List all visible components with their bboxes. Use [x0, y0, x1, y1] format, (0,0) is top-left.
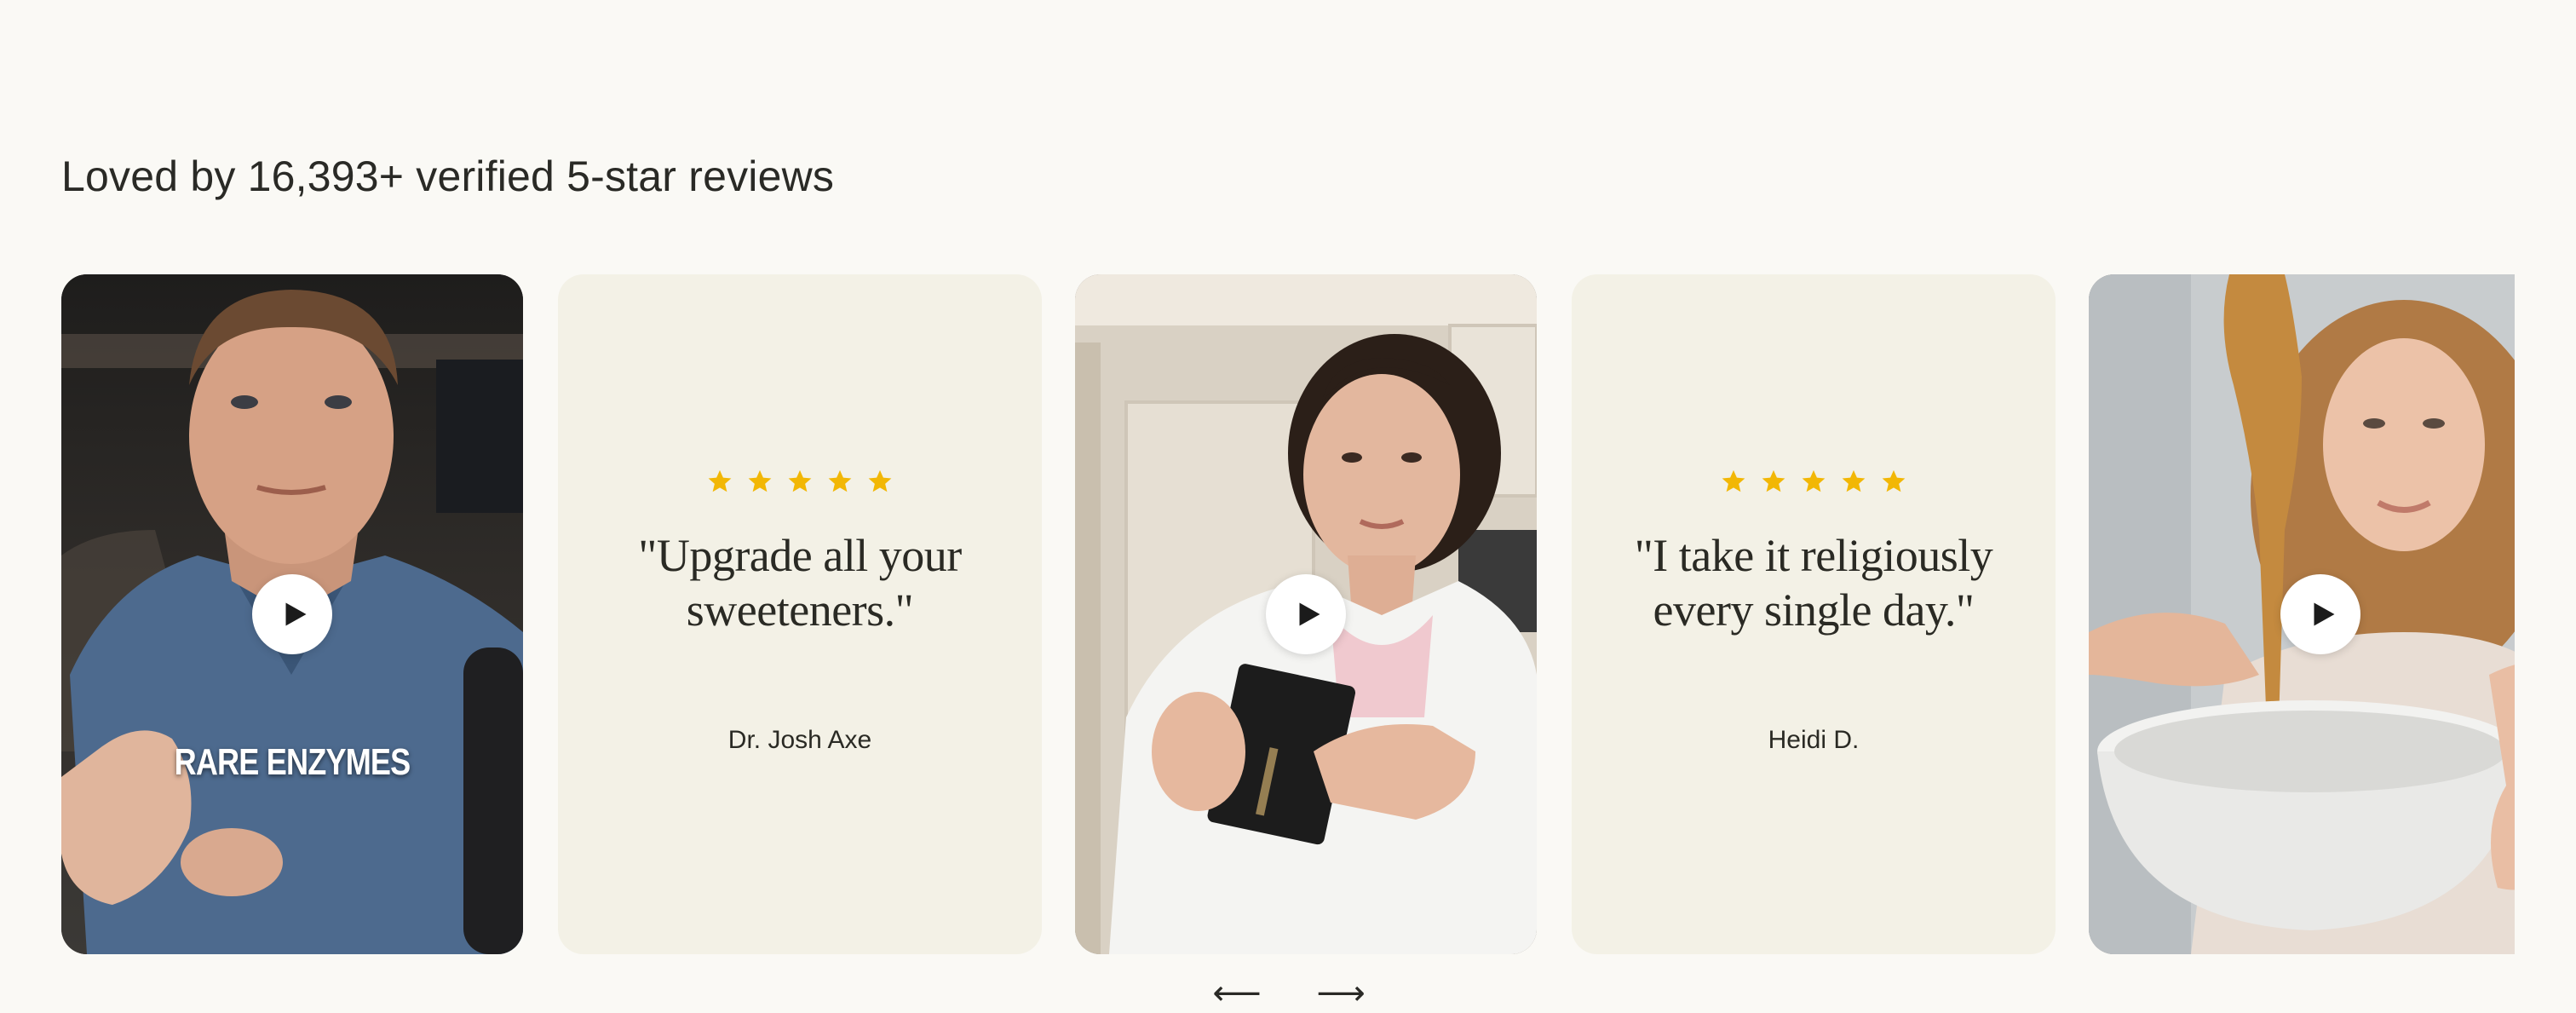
reviews-carousel[interactable]: RARE ENZYMES "Upgrade all your sweetener…: [0, 274, 2515, 954]
star-icon: [868, 469, 892, 492]
video-review-card-3[interactable]: [2089, 274, 2515, 954]
review-quote: "Upgrade all your sweeteners.": [638, 530, 962, 636]
star-icon: [748, 469, 772, 492]
star-icon: [828, 469, 852, 492]
star-icon: [1842, 469, 1866, 492]
review-quote: "I take it religiously every single day.…: [1634, 530, 1993, 636]
star-icon: [1802, 469, 1826, 492]
play-button-1[interactable]: [252, 574, 332, 654]
carousel-navigation: ⟵ ⟶: [1211, 976, 1366, 1010]
star-rating: [707, 469, 893, 494]
review-author: Heidi D.: [1768, 726, 1860, 754]
next-arrow-button[interactable]: ⟶: [1315, 976, 1366, 1010]
play-icon: [2314, 602, 2335, 626]
prev-arrow-button[interactable]: ⟵: [1211, 976, 1262, 1010]
star-rating: [1721, 469, 1906, 494]
video-review-card-2[interactable]: [1075, 274, 1537, 954]
video-review-card-1[interactable]: RARE ENZYMES: [61, 274, 523, 954]
play-icon: [1299, 602, 1320, 626]
star-icon: [708, 469, 732, 492]
star-icon: [788, 469, 812, 492]
review-author: Dr. Josh Axe: [727, 726, 872, 754]
text-review-card-2: "I take it religiously every single day.…: [1572, 274, 2056, 954]
text-review-card-1: "Upgrade all your sweeteners." Dr. Josh …: [558, 274, 1042, 954]
section-heading: Loved by 16,393+ verified 5-star reviews: [61, 153, 835, 200]
play-button-2[interactable]: [1266, 574, 1346, 654]
play-icon: [285, 602, 307, 626]
video-caption: RARE ENZYMES: [174, 741, 411, 783]
play-button-3[interactable]: [2280, 574, 2360, 654]
star-icon: [1762, 469, 1785, 492]
star-icon: [1882, 469, 1906, 492]
star-icon: [1722, 469, 1745, 492]
